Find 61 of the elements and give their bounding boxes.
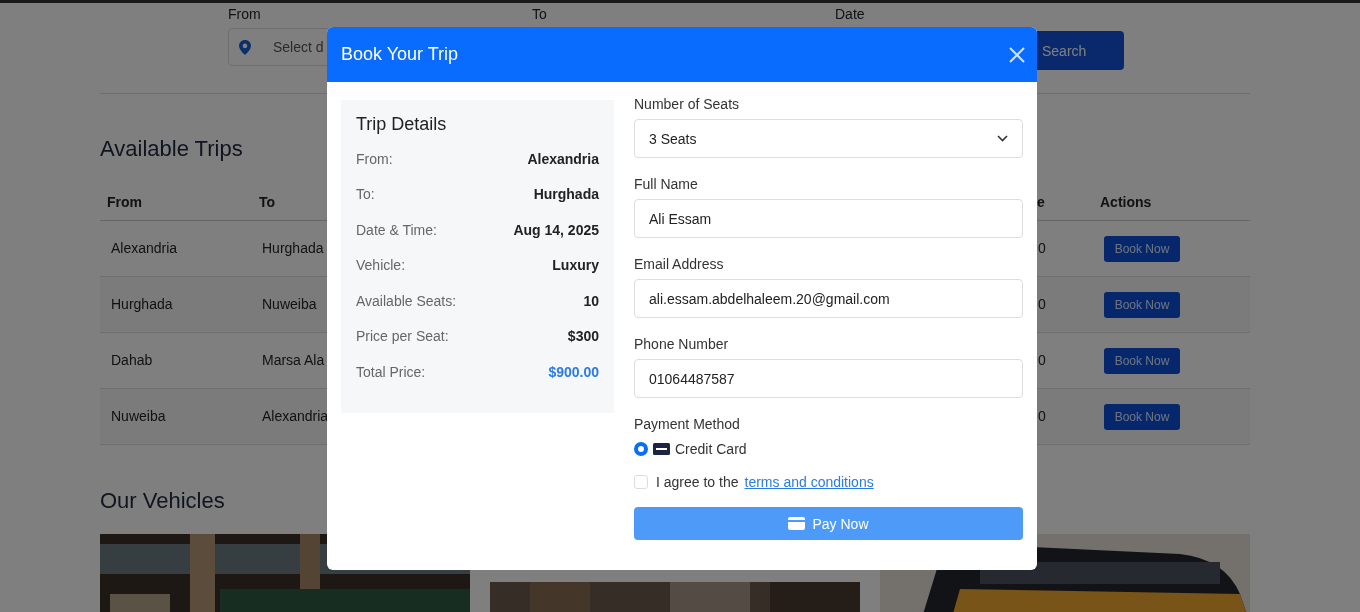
- option-label: Credit Card: [675, 441, 747, 457]
- dialog-title: Book Your Trip: [341, 44, 459, 65]
- book-now-button[interactable]: Book Now: [1104, 348, 1180, 374]
- detail-label: From:: [356, 151, 393, 169]
- field-label: Email Address: [634, 256, 724, 272]
- section-heading: Our Vehicles: [100, 490, 225, 512]
- field-label: From: [228, 6, 262, 22]
- table-cell: Hurghada: [111, 296, 173, 312]
- column-header: From: [107, 194, 142, 210]
- detail-value: Hurghada: [533, 186, 599, 205]
- field-label: Full Name: [634, 176, 698, 192]
- field-label: Date: [835, 6, 865, 22]
- table-cell: Alexandria: [262, 408, 329, 424]
- input-field[interactable]: ali.essam.abdelhaleem.20@gmail.com: [634, 279, 1023, 318]
- table-cell: Nuweiba: [262, 296, 317, 312]
- detail-value: $900.00: [548, 363, 599, 382]
- detail-value: Aug 14, 2025: [513, 221, 599, 240]
- location-pin-icon: [239, 39, 251, 55]
- detail-label: Price per Seat:: [356, 328, 449, 347]
- detail-label: Vehicle:: [356, 257, 406, 276]
- terms-text: I agree to the: [656, 474, 739, 490]
- detail-label: To:: [356, 186, 375, 205]
- checkbox[interactable]: [634, 475, 648, 489]
- detail-value: 10: [583, 292, 599, 311]
- detail-label: Date & Time:: [356, 221, 437, 240]
- table-cell: Hurghada: [262, 240, 324, 256]
- table-cell: Alexandria: [111, 240, 178, 256]
- column-header: e: [1037, 194, 1045, 210]
- field-label: Phone Number: [634, 336, 729, 352]
- detail-value: Luxury: [552, 257, 599, 276]
- table-cell: Dahab: [111, 352, 153, 368]
- radio-button[interactable]: [634, 442, 648, 456]
- field-label: Number of Seats: [634, 96, 740, 112]
- table-cell: 0: [1038, 240, 1046, 256]
- table-cell: Marsa Ala: [262, 352, 325, 368]
- seats-select[interactable]: 3 Seats: [634, 119, 1023, 158]
- panel-title: Trip Details: [356, 114, 447, 135]
- pay-now-button[interactable]: Pay Now: [634, 507, 1023, 540]
- column-header: To: [259, 194, 276, 210]
- field-label: To: [532, 6, 547, 22]
- input-field[interactable]: Ali Essam: [634, 199, 1023, 238]
- card-icon: [653, 443, 670, 455]
- input-field[interactable]: 01064487587: [634, 359, 1023, 398]
- terms-link[interactable]: terms and conditions: [744, 474, 874, 490]
- field-label: Payment Method: [634, 416, 740, 432]
- book-now-button[interactable]: Book Now: [1104, 292, 1180, 318]
- detail-label: Total Price:: [356, 363, 426, 382]
- book-now-button[interactable]: Book Now: [1104, 404, 1180, 430]
- detail-label: Available Seats:: [356, 292, 457, 311]
- table-cell: 0: [1038, 352, 1046, 368]
- chevron-down-icon: [997, 135, 1008, 142]
- table-cell: Nuweiba: [111, 408, 166, 424]
- credit-card-icon: [788, 517, 806, 530]
- column-header: Actions: [1100, 194, 1152, 210]
- book-now-button[interactable]: Book Now: [1104, 236, 1180, 262]
- close-icon[interactable]: [1009, 46, 1025, 63]
- table-cell: 0: [1038, 296, 1046, 312]
- detail-value: Alexandria: [527, 151, 599, 169]
- detail-value: $300: [567, 328, 599, 347]
- table-cell: 0: [1038, 408, 1046, 424]
- section-heading: Available Trips: [100, 138, 243, 160]
